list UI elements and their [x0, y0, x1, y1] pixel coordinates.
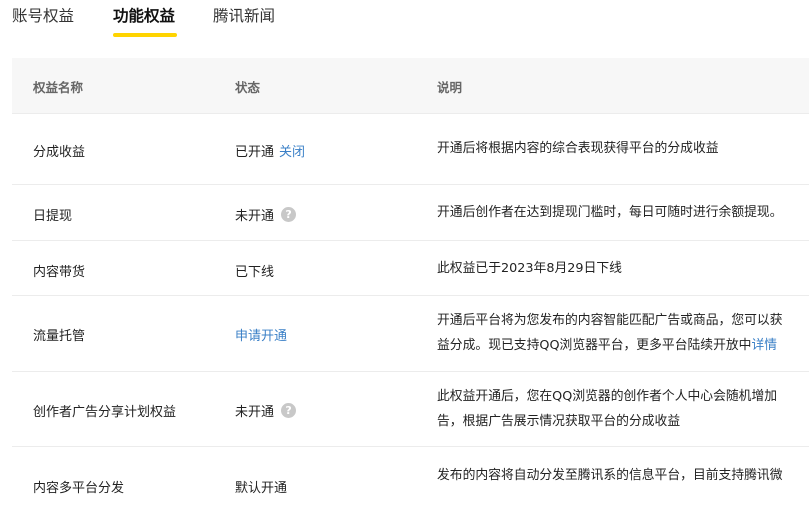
- right-description: 开通后平台将为您发布的内容智能匹配广告或商品，您可以获 益分成。现已支持QQ浏览…: [437, 308, 809, 358]
- right-status: 未开通 ?: [235, 401, 297, 420]
- desc-line: 告，根据广告展示情况获取平台的分成收益: [437, 414, 681, 429]
- table-header: 权益名称 状态 说明: [12, 58, 809, 114]
- status-text: 未开通: [235, 209, 275, 224]
- tab-bar: 账号权益 功能权益 腾讯新闻: [0, 0, 809, 42]
- active-tab-indicator: [113, 33, 177, 37]
- desc-line: 开通后创作者在达到提现门槛时，每日可随时进行余额提现。: [437, 205, 783, 220]
- tab-account-rights[interactable]: 账号权益: [12, 4, 74, 26]
- right-description: 开通后创作者在达到提现门槛时，每日可随时进行余额提现。: [437, 200, 809, 225]
- right-name: 创作者广告分享计划权益: [33, 405, 177, 420]
- right-description: 开通后将根据内容的综合表现获得平台的分成收益: [437, 136, 809, 161]
- apply-open-link[interactable]: 申请开通: [235, 325, 287, 344]
- header-status: 状态: [235, 80, 261, 95]
- desc-line: 开通后平台将为您发布的内容智能匹配广告或商品，您可以获: [437, 313, 783, 328]
- desc-line: 发布的内容将自动分发至腾讯系的信息平台，目前支持腾讯微: [437, 468, 783, 483]
- right-name: 流量托管: [33, 329, 86, 344]
- status-text: 未开通: [235, 405, 275, 420]
- header-name: 权益名称: [33, 80, 84, 95]
- table-row: 内容带货 已下线 此权益已于2023年8月29日下线: [12, 241, 809, 296]
- desc-line: 此权益开通后，您在QQ浏览器的创作者个人中心会随机增加: [437, 389, 778, 404]
- table-row: 内容多平台分发 默认开通 发布的内容将自动分发至腾讯系的信息平台，目前支持腾讯微: [12, 447, 809, 507]
- close-link[interactable]: 关闭: [279, 141, 305, 160]
- question-circle-icon[interactable]: ?: [281, 403, 297, 418]
- table-row: 日提现 未开通 ? 开通后创作者在达到提现门槛时，每日可随时进行余额提现。: [12, 185, 809, 241]
- tab-feature-rights[interactable]: 功能权益: [113, 4, 175, 26]
- right-status: 默认开通: [235, 477, 287, 496]
- status-text: 已开通: [235, 145, 275, 160]
- right-status: 已开通 关闭: [235, 141, 305, 160]
- right-description: 此权益已于2023年8月29日下线: [437, 256, 809, 281]
- right-name: 分成收益: [33, 145, 86, 160]
- status-text: 已下线: [235, 265, 275, 280]
- right-status: 申请开通: [235, 325, 287, 344]
- right-description: 发布的内容将自动分发至腾讯系的信息平台，目前支持腾讯微: [437, 463, 809, 488]
- desc-line: 此权益已于2023年8月29日下线: [437, 261, 622, 276]
- rights-table: 权益名称 状态 说明 分成收益 已开通 关闭 开通后将根据内容的综合表现获得平台…: [12, 58, 809, 507]
- right-name: 内容带货: [33, 265, 86, 280]
- right-status: 已下线: [235, 261, 274, 280]
- table-row: 流量托管 申请开通 开通后平台将为您发布的内容智能匹配广告或商品，您可以获 益分…: [12, 296, 809, 372]
- details-link[interactable]: 详情: [751, 338, 777, 353]
- question-circle-icon[interactable]: ?: [281, 207, 297, 222]
- header-desc: 说明: [437, 80, 463, 95]
- right-description: 此权益开通后，您在QQ浏览器的创作者个人中心会随机增加 告，根据广告展示情况获取…: [437, 384, 809, 434]
- right-name: 日提现: [33, 209, 73, 224]
- status-text: 默认开通: [235, 481, 288, 496]
- tab-tencent-news[interactable]: 腾讯新闻: [213, 4, 275, 26]
- table-row: 分成收益 已开通 关闭 开通后将根据内容的综合表现获得平台的分成收益: [12, 114, 809, 185]
- right-name: 内容多平台分发: [33, 481, 125, 496]
- desc-line: 益分成。现已支持QQ浏览器平台，更多平台陆续开放中详情: [437, 338, 778, 353]
- desc-line: 开通后将根据内容的综合表现获得平台的分成收益: [437, 141, 719, 156]
- right-status: 未开通 ?: [235, 205, 297, 224]
- table-row: 创作者广告分享计划权益 未开通 ? 此权益开通后，您在QQ浏览器的创作者个人中心…: [12, 372, 809, 447]
